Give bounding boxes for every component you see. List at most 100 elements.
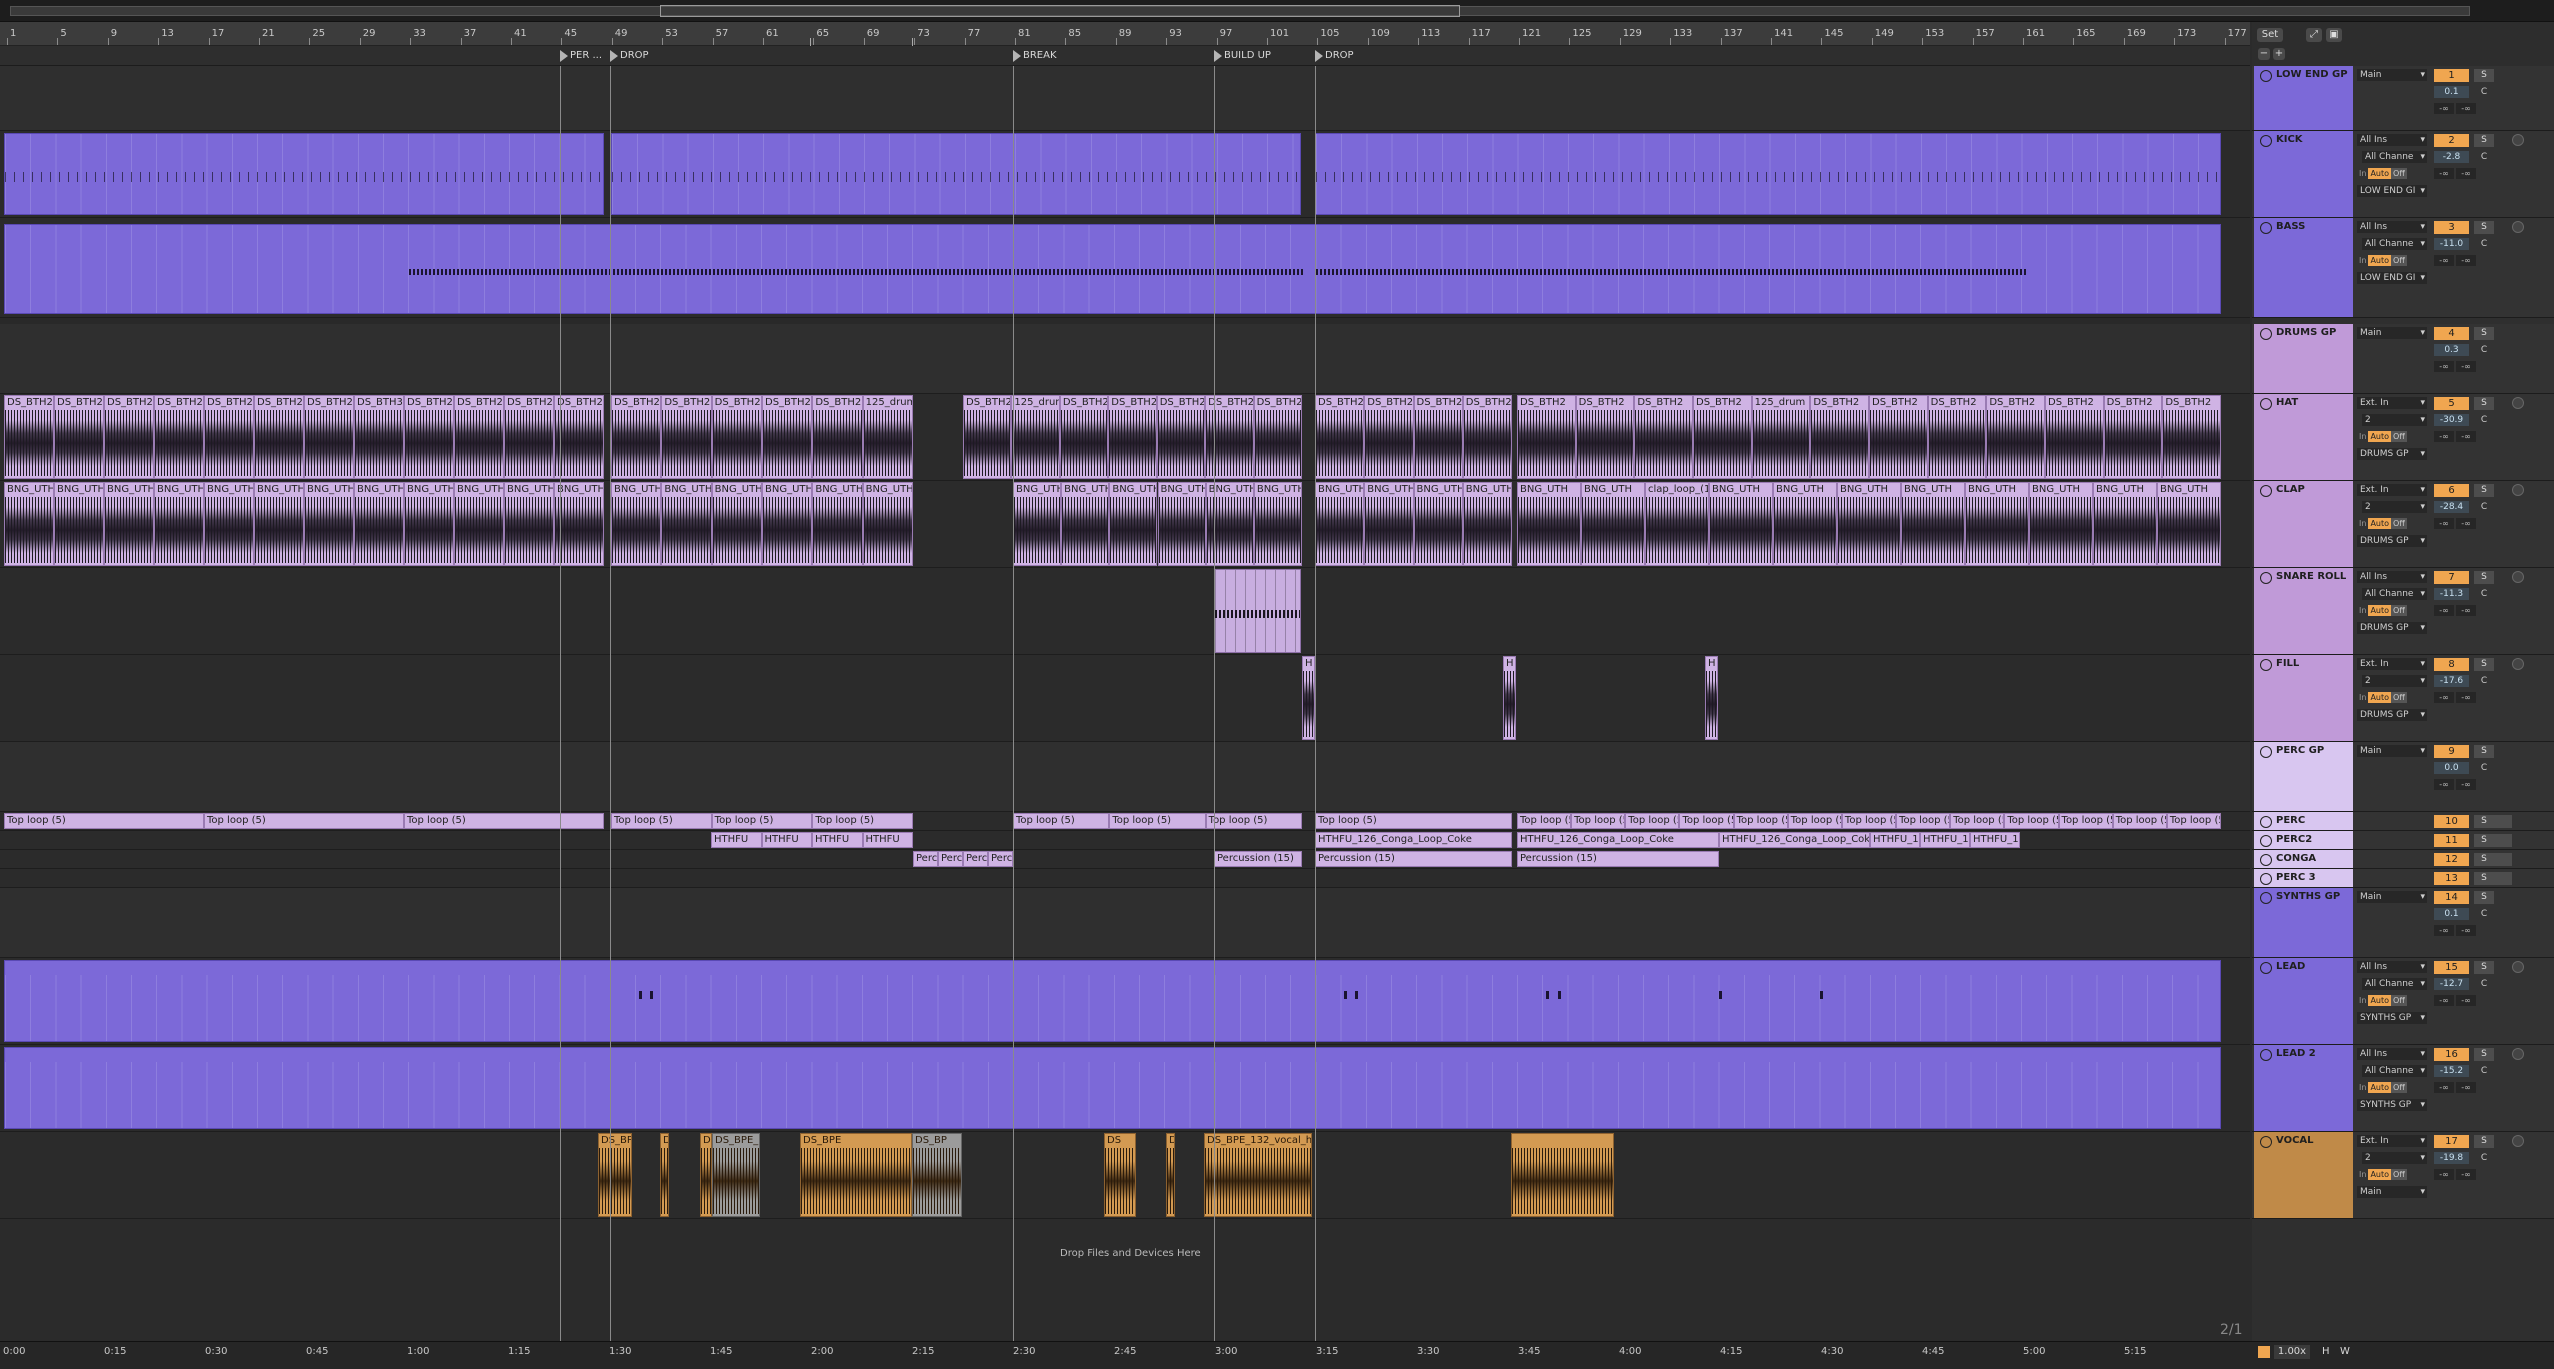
track-header-perc[interactable]: PERC 10 S [2252, 812, 2554, 831]
conga-clip[interactable]: Percussion (15) [1315, 851, 1512, 867]
volume-field[interactable]: -28.4 [2434, 501, 2469, 513]
perc2-clip[interactable]: HTHFU [812, 832, 863, 848]
hat-clip[interactable]: DS_BTH2 [1315, 395, 1365, 479]
input-type-select[interactable]: Ext. In [2357, 658, 2427, 670]
hat-clip[interactable]: DS_BTH2 [711, 395, 762, 479]
vocal-clip[interactable]: DS_BPE [700, 1133, 712, 1217]
hat-clip[interactable]: DS_BTH2 [1462, 395, 1512, 479]
locator-build-up[interactable]: BUILD UP [1214, 50, 1271, 62]
monitor-switch[interactable]: In Auto Off [2357, 168, 2407, 179]
mute-icon[interactable] [2492, 815, 2512, 828]
lane-lead-2[interactable] [0, 1045, 2250, 1132]
track-name[interactable]: SNARE ROLL [2254, 568, 2353, 654]
hat-clip[interactable]: DS_BTH2 [554, 395, 604, 479]
solo-button[interactable]: S [2474, 1135, 2494, 1148]
hat-clip[interactable]: DS_BTH2 [4, 395, 54, 479]
perc2-clip[interactable]: HTHFU [862, 832, 913, 848]
locator-bar[interactable]: PER ... DROP BREAK BUILD UP DROP [0, 46, 2250, 66]
solo-button[interactable]: S [2474, 834, 2494, 847]
solo-button[interactable]: S [2474, 1048, 2494, 1061]
track-activator[interactable]: 7 [2434, 571, 2469, 584]
minus-icon[interactable]: − [2258, 48, 2270, 60]
solo-button[interactable]: S [2474, 484, 2494, 497]
hat-clip[interactable]: DS_BTH2 [2162, 395, 2221, 479]
output-select[interactable]: DRUMS GP [2357, 709, 2427, 721]
track-name[interactable]: LEAD 2 [2254, 1045, 2353, 1131]
locator-per[interactable]: PER ... [560, 50, 602, 62]
lane-perc-gp[interactable] [0, 742, 2250, 812]
arm-button[interactable] [2512, 221, 2524, 233]
clap-clip[interactable]: BNG_UTH [1581, 482, 1645, 566]
vocal-clip[interactable]: DS_BP [598, 1133, 632, 1217]
perc2-clip[interactable]: HTHFU_126_Conga_Loop_Coke [1719, 832, 1870, 848]
perc-clip[interactable]: Top loop (5) [1841, 813, 1897, 829]
hat-clip[interactable]: DS_BTH2 [504, 395, 554, 479]
clap-clip[interactable]: BNG_UTH [1315, 482, 1365, 566]
volume-field[interactable]: 0.1 [2434, 908, 2469, 920]
track-header-snare-roll[interactable]: SNARE ROLL All Ins All Channe 7S -11.3 C -∞-∞ I… [2252, 568, 2554, 655]
perc-clip[interactable]: Top loop (5) [1787, 813, 1842, 829]
monitor-in[interactable]: In [2357, 995, 2368, 1006]
arm-button[interactable] [2512, 484, 2524, 496]
volume-field[interactable]: 0.0 [2434, 762, 2469, 774]
output-select[interactable]: LOW END GI [2357, 272, 2427, 284]
perc-clip[interactable]: Top loop (5) [1013, 813, 1110, 829]
track-header-synths-gp[interactable]: SYNTHS GP Main 14 S 0.1 C -∞-∞ [2252, 888, 2554, 958]
monitor-off[interactable]: Off [2391, 431, 2407, 442]
track-name[interactable]: HAT [2254, 394, 2353, 480]
pan-field[interactable]: C [2474, 908, 2494, 920]
track-header-kick[interactable]: KICK All Ins All Channe 2S -2.8 C -∞-∞ InAutoOf… [2252, 131, 2554, 218]
expand-icon[interactable]: ⤢ [2306, 28, 2322, 42]
monitor-auto[interactable]: Auto [2368, 605, 2392, 616]
clap-clip[interactable]: BNG_UTH [404, 482, 454, 566]
clip-bass[interactable] [4, 224, 2221, 314]
track-header-drums-gp[interactable]: DRUMS GP Main 4S 0.3 C -∞-∞ [2252, 324, 2554, 394]
output-select[interactable]: DRUMS GP [2357, 535, 2427, 547]
mute-icon[interactable] [2492, 834, 2512, 847]
monitor-switch[interactable]: In Auto Off [2357, 518, 2407, 529]
lane-fill[interactable]: H H H [0, 655, 2250, 742]
clap-clip[interactable]: BNG_UTH [862, 482, 913, 566]
solo-button[interactable]: S [2474, 69, 2494, 82]
track-name[interactable]: BASS [2254, 218, 2353, 317]
clip-kick-2[interactable] [611, 133, 1301, 215]
clap-clip[interactable]: BNG_UTH [1253, 482, 1302, 566]
input-type-select[interactable]: Main [2357, 327, 2427, 339]
perc-clip[interactable]: Top loop (5) [1517, 813, 1572, 829]
track-activator[interactable]: 8 [2434, 658, 2469, 671]
input-type-select[interactable]: All Ins [2357, 221, 2427, 233]
track-header-lead-2[interactable]: LEAD 2 All Ins All Channe 16 S -15.2 C -∞-∞ InAu… [2252, 1045, 2554, 1132]
hat-clip[interactable]: DS_BTH2 [1634, 395, 1693, 479]
hat-clip[interactable]: DS_BTH3 [354, 395, 404, 479]
lane-kick[interactable] [0, 131, 2250, 218]
track-name[interactable]: SYNTHS GP [2254, 888, 2353, 957]
monitor-in[interactable]: In [2357, 1082, 2368, 1093]
hat-clip[interactable]: DS_BTH2 [1693, 395, 1752, 479]
hat-clip[interactable]: DS_BTH2 [1253, 395, 1302, 479]
lane-lead[interactable] [0, 958, 2250, 1045]
locator-drop-1[interactable]: DROP [610, 50, 649, 62]
track-name[interactable]: LOW END GP [2254, 66, 2353, 130]
track-activator[interactable]: 13 [2434, 872, 2469, 885]
track-activator[interactable]: 2 [2434, 134, 2469, 147]
input-channel-select[interactable]: All Channe [2362, 978, 2427, 990]
perc-clip[interactable]: Top loop (5) [1625, 813, 1680, 829]
perc-clip[interactable]: Top loop (5) [404, 813, 604, 829]
clap-clip[interactable]: BNG_UTH [762, 482, 813, 566]
conga-clip[interactable]: Perc [963, 851, 988, 867]
hat-clip[interactable]: DS_BTH2 [454, 395, 504, 479]
pan-field[interactable]: C [2474, 675, 2494, 687]
volume-field[interactable]: 0.3 [2434, 344, 2469, 356]
track-activator[interactable]: 9 [2434, 745, 2469, 758]
track-activator[interactable]: 4 [2434, 327, 2469, 340]
monitor-auto[interactable]: Auto [2368, 692, 2392, 703]
monitor-in[interactable]: In [2357, 518, 2368, 529]
clap-clip[interactable]: BNG_UTH [4, 482, 54, 566]
volume-field[interactable]: -11.3 [2434, 588, 2469, 600]
output-select[interactable]: SYNTHS GP [2357, 1012, 2427, 1024]
hat-clip[interactable]: 125_drum [862, 395, 913, 479]
track-header-perc-3[interactable]: PERC 3 13 S [2252, 869, 2554, 888]
fold-icon[interactable] [2260, 835, 2272, 847]
vocal-clip[interactable]: DS_BPE_132_vocal_h [712, 1133, 760, 1217]
monitor-switch[interactable]: In Auto Off [2357, 1082, 2407, 1093]
